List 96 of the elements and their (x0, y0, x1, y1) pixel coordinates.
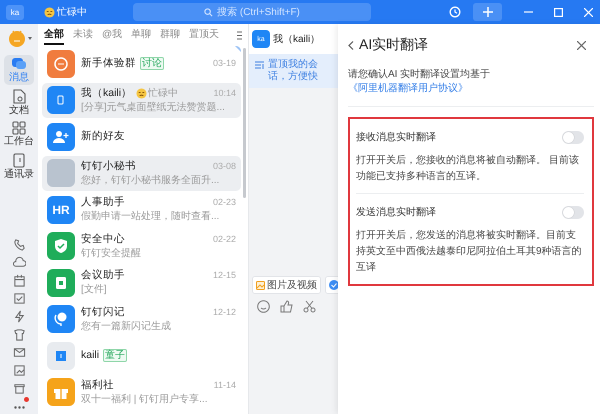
setting-description: 打开开关后，您发送的消息将被实时翻译。目前支持英文至中西俄法越泰印尼阿拉伯土耳其9种语言的互译 (356, 228, 583, 275)
close-icon (584, 8, 592, 16)
chat-name: 人事助手 (81, 196, 125, 210)
setting-title: 接收消息实时翻译 (356, 130, 436, 144)
chat-row[interactable]: 安全中心 02-22 钉钉安全提醒 (42, 228, 241, 264)
message-preview: [分享]元气桌面壁纸无法赞赏题... (81, 102, 226, 114)
chat-name: 我（kaili） (81, 86, 132, 100)
message-preview: 双十一福利 | 钉钉用户专享... (81, 394, 208, 406)
lightning-icon[interactable] (12, 310, 26, 323)
media-chip[interactable]: 图片及视频 (252, 276, 321, 294)
filter-tab[interactable]: 置顶天 (189, 25, 220, 45)
image-icon (256, 280, 265, 290)
shirt-icon[interactable] (12, 328, 26, 341)
tag-label: 讨论 (140, 57, 164, 70)
busy-emoji-icon (44, 6, 55, 18)
message-preview: 钉钉安全提醒 (81, 248, 142, 260)
chat-time: 02-22 (212, 232, 236, 246)
document-icon (12, 88, 26, 104)
chat-row[interactable]: 新的好友 (42, 119, 241, 154)
chat-name: 会议助手 (81, 269, 125, 282)
chat-row[interactable]: 福利社 11-14 双十一福利 | 钉钉用户专享... (42, 374, 241, 410)
filter-tab[interactable]: 全部 (44, 25, 64, 45)
message-preview: 您有一篇新闪记生成 (81, 320, 172, 333)
busy-emoji-icon (136, 88, 148, 99)
close-icon[interactable] (577, 40, 586, 50)
avatar-tile: HR (47, 196, 75, 224)
chat-time: 12-12 (212, 306, 236, 319)
image-icon[interactable] (12, 364, 26, 377)
filter-tab[interactable]: 未读 (73, 25, 93, 45)
grid-icon (12, 121, 26, 135)
add-button[interactable] (473, 3, 502, 21)
agreement-link[interactable]: 《阿里机器翻译用户协议》 (348, 83, 468, 94)
chat-row[interactable]: kaili 童子 (42, 338, 241, 374)
menu-icon[interactable] (237, 30, 242, 40)
caret-icon[interactable] (28, 36, 32, 40)
message-preview: 假勤申请一站处理，随时查看... (81, 211, 220, 224)
status-label: 忙碌中 (148, 86, 178, 100)
chat-time: 11-14 (214, 378, 236, 392)
message-preview: 您好，钉钉小秘书服务全面升... (81, 174, 220, 187)
agreement-notice: 请您确认AI 实时翻译设置均基于 《阿里机器翻译用户协议》 (348, 64, 594, 107)
chat-time: 10:14 (213, 86, 236, 100)
calendar-icon[interactable] (12, 274, 26, 287)
chat-time: 02-23 (212, 196, 236, 210)
status-label[interactable]: 忙碌中 (57, 5, 87, 19)
toggle-switch[interactable] (562, 206, 584, 218)
chat-row[interactable]: 新手体验群 讨论 03-19 (42, 46, 241, 82)
chat-name: 钉钉闪记 (81, 306, 125, 319)
search-icon (204, 8, 214, 16)
toggle-switch[interactable] (562, 130, 584, 144)
phone-icon[interactable] (12, 238, 26, 251)
contact-book-icon (13, 152, 25, 168)
scrollbar[interactable] (243, 48, 246, 198)
cloud-icon[interactable] (12, 256, 26, 269)
chat-name: kaili (81, 349, 100, 362)
chat-name: 新手体验群 (81, 57, 136, 70)
message-preview: [文件] (81, 284, 108, 296)
scissors-icon[interactable] (303, 300, 316, 313)
setting-title: 发送消息实时翻译 (356, 206, 436, 219)
nav-tab[interactable]: 文档 (4, 87, 34, 117)
back-icon[interactable] (348, 40, 354, 50)
minimize-icon (524, 11, 532, 13)
more-dots-icon (14, 406, 24, 409)
chat-row[interactable]: 钉钉小秘书 03-08 您好，钉钉小秘书服务全面升... (42, 156, 241, 191)
chat-name: 钉钉小秘书 (81, 160, 136, 173)
chat-title: 我（kaili） (273, 32, 320, 46)
filter-tab[interactable]: @我 (102, 25, 122, 45)
chat-time: 12-15 (212, 269, 236, 282)
filter-tab[interactable]: 群聊 (160, 25, 180, 45)
chat-row[interactable]: HR 人事助手 02-23 假勤申请一站处理，随时查看... (42, 192, 241, 228)
chat-bubble-icon (11, 57, 27, 71)
emoji-icon[interactable] (257, 300, 270, 313)
panel-title: AI实时翻译 (359, 36, 428, 54)
plus-icon (482, 7, 492, 17)
app-logo: ka (6, 4, 24, 20)
chat-time: 03-19 (212, 57, 236, 70)
pin-notice-text: 置顶我的会话，方便快 (268, 59, 319, 83)
setting-description: 打开开关后，您接收的消息将被自动翻译。 目前该功能已支持多种语言的互译。 (356, 154, 580, 184)
chat-name: 新的好友 (81, 130, 125, 144)
tag-label: 童子 (103, 349, 128, 362)
nav-tab[interactable]: 工作台 (4, 119, 34, 149)
chat-name: 安全中心 (81, 232, 125, 246)
search-placeholder: 搜索 (Ctrl+Shift+F) (217, 6, 300, 19)
mail-icon[interactable] (12, 346, 26, 359)
chat-row[interactable]: 我（kaili） 忙碌中 10:14 [分享]元气桌面壁纸无法赞赏题... (42, 82, 241, 118)
chat-time: 03-08 (212, 160, 236, 173)
thumbs-up-icon[interactable] (280, 300, 293, 313)
chat-name: 福利社 (81, 378, 114, 392)
chat-row[interactable]: 会议助手 12-15 [文件] (42, 265, 241, 300)
history-icon[interactable] (449, 6, 461, 18)
box-icon[interactable] (12, 382, 26, 395)
chat-row[interactable]: 钉钉闪记 12-12 您有一篇新闪记生成 (42, 302, 241, 337)
pin-list-icon (255, 61, 264, 69)
nav-tab[interactable]: 通讯录 (4, 151, 34, 181)
checklist-icon[interactable] (12, 292, 26, 305)
filter-tab[interactable]: 单聊 (131, 25, 152, 45)
maximize-icon (554, 8, 562, 16)
